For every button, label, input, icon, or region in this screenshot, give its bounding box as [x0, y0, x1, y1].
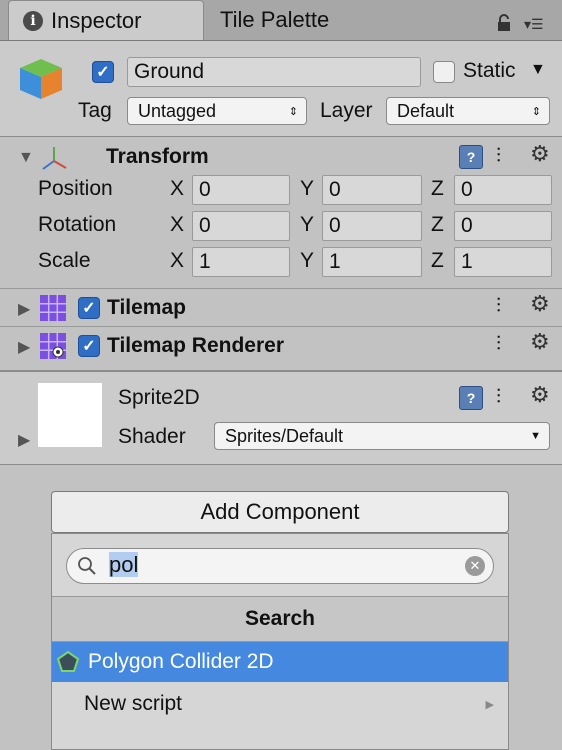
rotation-x-field[interactable]: 0 — [192, 211, 290, 241]
gameobject-cube-icon — [18, 57, 64, 106]
tag-value: Untagged — [138, 100, 217, 121]
scale-x-field[interactable]: 1 — [192, 247, 290, 277]
tag-dropdown[interactable]: Untagged ⇕ — [127, 97, 307, 125]
clear-search-icon[interactable]: ✕ — [465, 556, 485, 576]
material-preview — [38, 383, 102, 447]
foldout-collapsed-icon[interactable]: ▶ — [18, 337, 30, 357]
static-label: Static — [463, 59, 516, 82]
submenu-arrow-icon: ▶ — [485, 698, 494, 711]
scale-z-field[interactable]: 1 — [454, 247, 552, 277]
info-icon: i — [23, 10, 43, 31]
transform-title: Transform — [106, 145, 209, 168]
position-z-field[interactable]: 0 — [454, 175, 552, 205]
scale-y-field[interactable]: 1 — [322, 247, 422, 277]
shader-dropdown[interactable]: Sprites/Default ▼ — [214, 422, 550, 450]
transform-component: ▼ Transform ? ⫶ ⚙ Position X 0 Y 0 Z 0 R… — [0, 137, 562, 287]
active-checkbox[interactable]: ✓ — [92, 61, 114, 83]
shader-label: Shader — [118, 425, 186, 448]
tilemap-renderer-icon — [40, 333, 66, 364]
rotation-label: Rotation — [38, 213, 117, 236]
stepper-icon: ⇕ — [531, 105, 541, 118]
lock-icon[interactable] — [496, 14, 512, 31]
search-query: pol — [109, 552, 139, 577]
x-axis-label: X — [170, 213, 185, 236]
help-icon[interactable]: ? — [459, 145, 483, 169]
gear-icon[interactable]: ⚙ — [530, 291, 550, 317]
tilemap-component: ▶ ✓ Tilemap ⫶ ⚙ — [0, 288, 562, 327]
add-component-label: Add Component — [200, 499, 360, 524]
preset-icon[interactable]: ⫶ — [496, 295, 501, 318]
search-icon — [77, 556, 97, 581]
foldout-collapsed-icon[interactable]: ▶ — [18, 430, 30, 450]
polygon-collider-icon — [56, 650, 80, 674]
stepper-icon: ⇕ — [288, 105, 298, 118]
position-y-field[interactable]: 0 — [322, 175, 422, 205]
foldout-expanded-icon[interactable]: ▼ — [18, 149, 34, 167]
layer-dropdown[interactable]: Default ⇕ — [386, 97, 550, 125]
x-axis-label: X — [170, 177, 185, 200]
y-axis-label: Y — [300, 213, 315, 236]
gear-icon[interactable]: ⚙ — [530, 329, 550, 355]
shader-value: Sprites/Default — [225, 425, 344, 446]
gear-icon[interactable]: ⚙ — [530, 141, 550, 167]
preset-icon[interactable]: ⫶ — [496, 333, 501, 356]
tilemap-renderer-title: Tilemap Renderer — [107, 334, 285, 357]
z-axis-label: Z — [431, 177, 444, 200]
static-dropdown-icon[interactable]: ▼ — [530, 61, 546, 79]
result-polygon-collider-2d[interactable]: Polygon Collider 2D — [52, 642, 508, 682]
chevron-down-icon: ▼ — [530, 430, 541, 442]
tilemap-renderer-enabled-checkbox[interactable]: ✓ — [78, 335, 100, 357]
object-name-field[interactable]: Ground — [127, 57, 421, 87]
search-section-header: Search — [52, 596, 508, 642]
y-axis-label: Y — [300, 249, 315, 272]
tilemap-grid-icon — [40, 295, 66, 326]
gameobject-header: ✓ Ground Static ▼ Tag Untagged ⇕ Layer D… — [0, 41, 562, 137]
scale-label: Scale — [38, 249, 91, 272]
transform-icon — [40, 145, 68, 176]
tab-bar: i Inspector Tile Palette ▾☰ — [0, 0, 562, 41]
tab-tile-palette-label: Tile Palette — [220, 7, 330, 32]
z-axis-label: Z — [431, 213, 444, 236]
layer-label: Layer — [320, 99, 373, 122]
static-checkbox[interactable] — [433, 61, 455, 83]
material-name: Sprite2D — [118, 386, 200, 409]
add-component-button[interactable]: Add Component — [51, 491, 509, 533]
preset-icon[interactable]: ⫶ — [496, 145, 501, 168]
result-label: New script — [84, 692, 183, 715]
y-axis-label: Y — [300, 177, 315, 200]
result-label: Polygon Collider 2D — [88, 650, 274, 673]
x-axis-label: X — [170, 249, 185, 272]
tilemap-renderer-component: ▶ ✓ Tilemap Renderer ⫶ ⚙ — [0, 326, 562, 365]
tab-inspector[interactable]: i Inspector — [8, 0, 204, 40]
preset-icon[interactable]: ⫶ — [496, 386, 501, 409]
tag-label: Tag — [78, 99, 112, 122]
help-icon[interactable]: ? — [459, 386, 483, 410]
position-label: Position — [38, 177, 113, 200]
search-section-label: Search — [244, 607, 316, 630]
position-x-field[interactable]: 0 — [192, 175, 290, 205]
material-section: ▶ Sprite2D ? ⫶ ⚙ Shader Sprites/Default … — [0, 370, 562, 465]
gear-icon[interactable]: ⚙ — [530, 382, 550, 408]
layer-value: Default — [397, 100, 455, 121]
search-input[interactable]: pol ✕ — [66, 548, 494, 584]
rotation-z-field[interactable]: 0 — [454, 211, 552, 241]
tilemap-title: Tilemap — [107, 296, 186, 319]
result-new-script[interactable]: New script ▶ — [52, 684, 508, 724]
z-axis-label: Z — [431, 249, 444, 272]
tab-inspector-label: Inspector — [51, 7, 142, 33]
panel-menu-icon[interactable]: ▾☰ — [524, 16, 544, 33]
tilemap-enabled-checkbox[interactable]: ✓ — [78, 297, 100, 319]
foldout-collapsed-icon[interactable]: ▶ — [18, 299, 30, 319]
rotation-y-field[interactable]: 0 — [322, 211, 422, 241]
